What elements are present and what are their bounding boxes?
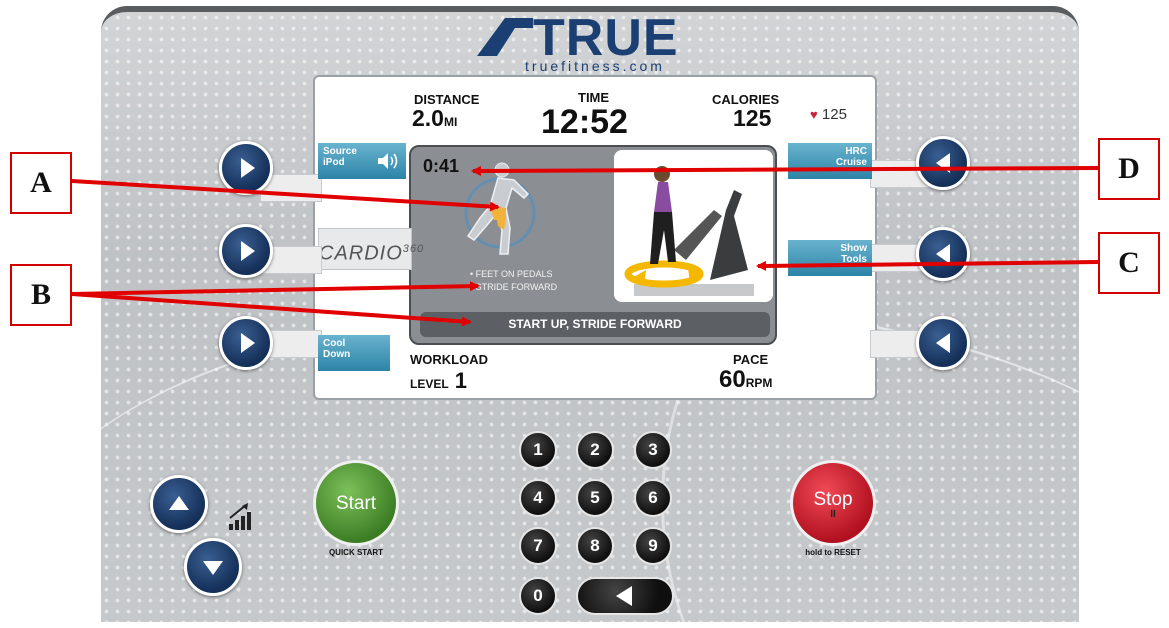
callout-b: B bbox=[10, 264, 72, 326]
arrow-b-upper bbox=[71, 281, 480, 296]
callout-a: A bbox=[10, 152, 72, 214]
arrow-a bbox=[71, 179, 500, 212]
arrow-b-lower bbox=[71, 292, 472, 327]
callout-c: C bbox=[1098, 232, 1160, 294]
annotation-arrows bbox=[71, 165, 1099, 327]
arrow-c bbox=[756, 260, 1099, 271]
callout-d: D bbox=[1098, 138, 1160, 200]
arrow-d bbox=[471, 165, 1099, 176]
